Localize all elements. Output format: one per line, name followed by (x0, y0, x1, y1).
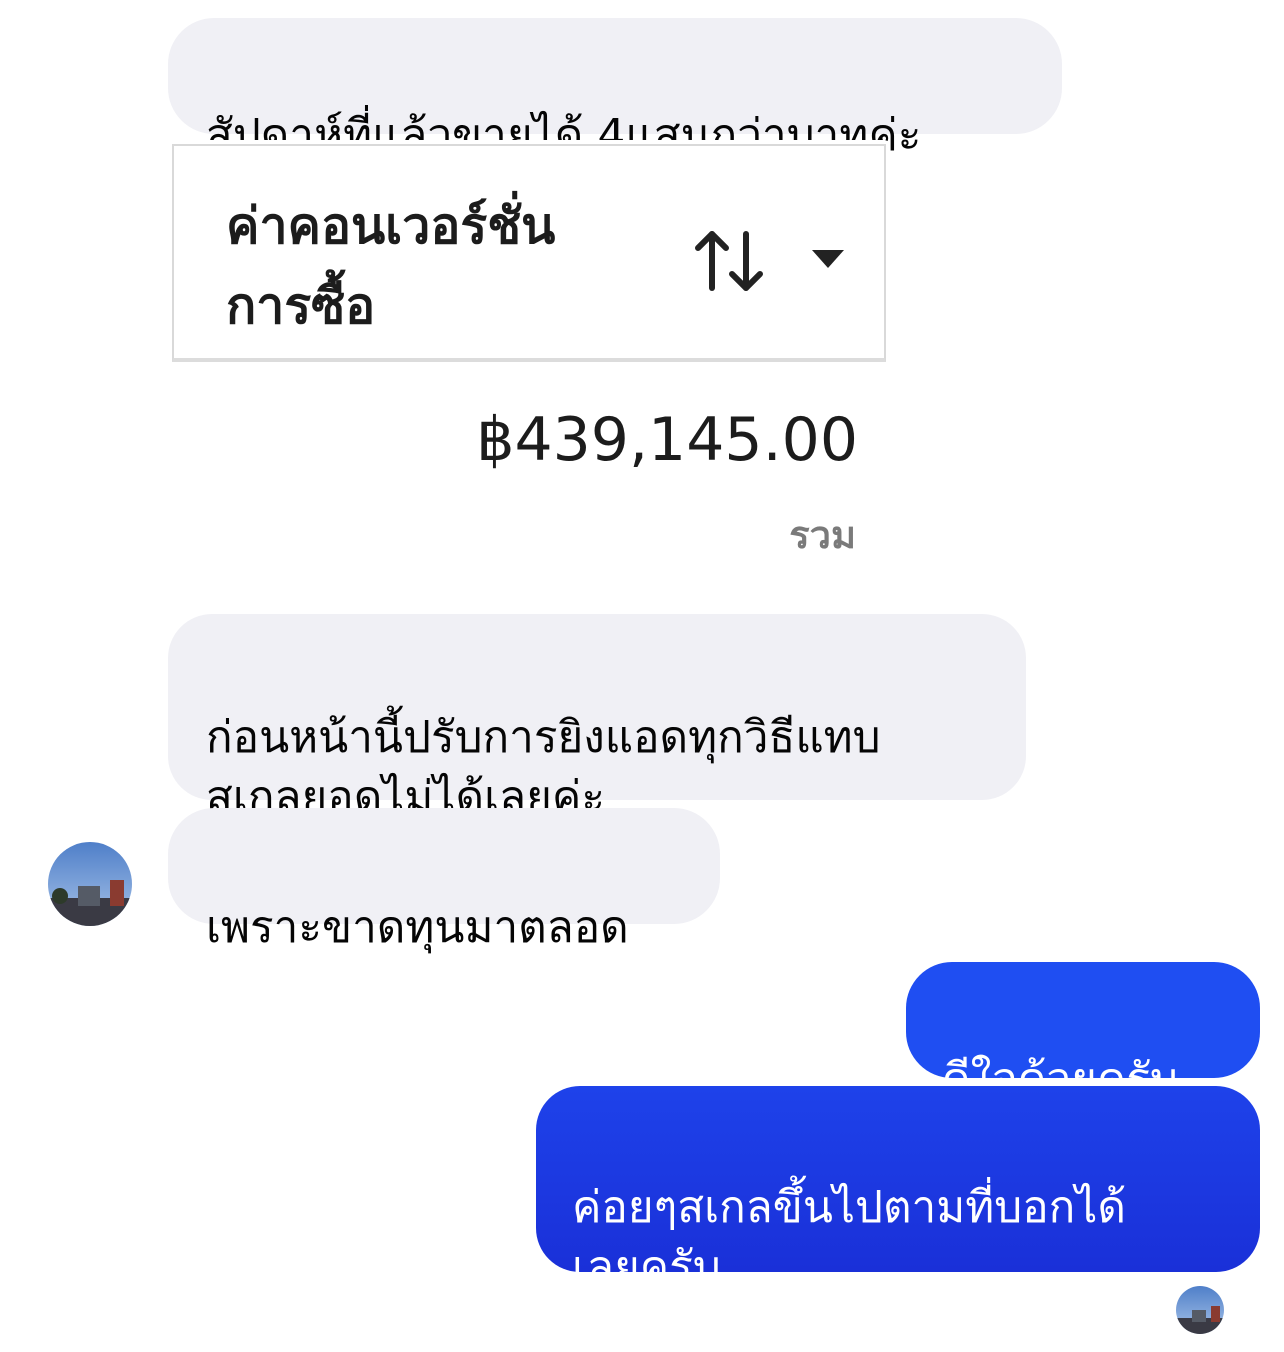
message-incoming[interactable]: เพราะขาดทุนมาตลอด (168, 808, 720, 953)
caret-down-icon (812, 250, 844, 268)
column-header: ค่าคอนเวอร์ชั่น การซื้อ (172, 144, 886, 362)
avatar-photo-icon (1176, 1286, 1224, 1334)
message-incoming[interactable]: สัปดาห์ที่แล้วขายได้ 4แสนกว่าบาทค่ะ (168, 18, 1062, 161)
sort-arrows-icon (695, 231, 763, 291)
shared-image[interactable]: ค่าคอนเวอร์ชั่น การซื้อ ฿439,145.00 รวม (168, 140, 890, 572)
message-text: เพราะขาดทุนมาตลอด (206, 902, 629, 953)
message-incoming[interactable]: ก่อนหน้านี้ปรับการยิงแอดทุกวิธีแทบ สเกลย… (168, 614, 1026, 823)
avatar-photo-icon (48, 842, 132, 926)
column-title: ค่าคอนเวอร์ชั่น การซื้อ (226, 197, 556, 335)
message-outgoing[interactable]: ค่อยๆสเกลขึ้นไปตามที่บอกได้ เลยครับ (536, 1086, 1260, 1293)
message-text: ก่อนหน้านี้ปรับการยิงแอดทุกวิธีแทบ สเกลย… (206, 712, 881, 823)
message-outgoing[interactable]: ดีใจด้วยครับ (906, 962, 1260, 1105)
seen-avatar (1176, 1286, 1224, 1334)
amount-label: รวม (789, 513, 856, 557)
message-text: ค่อยๆสเกลขึ้นไปตามที่บอกได้ เลยครับ (572, 1182, 1126, 1293)
amount-value: ฿439,145.00 (476, 405, 858, 475)
contact-avatar[interactable] (48, 842, 132, 926)
